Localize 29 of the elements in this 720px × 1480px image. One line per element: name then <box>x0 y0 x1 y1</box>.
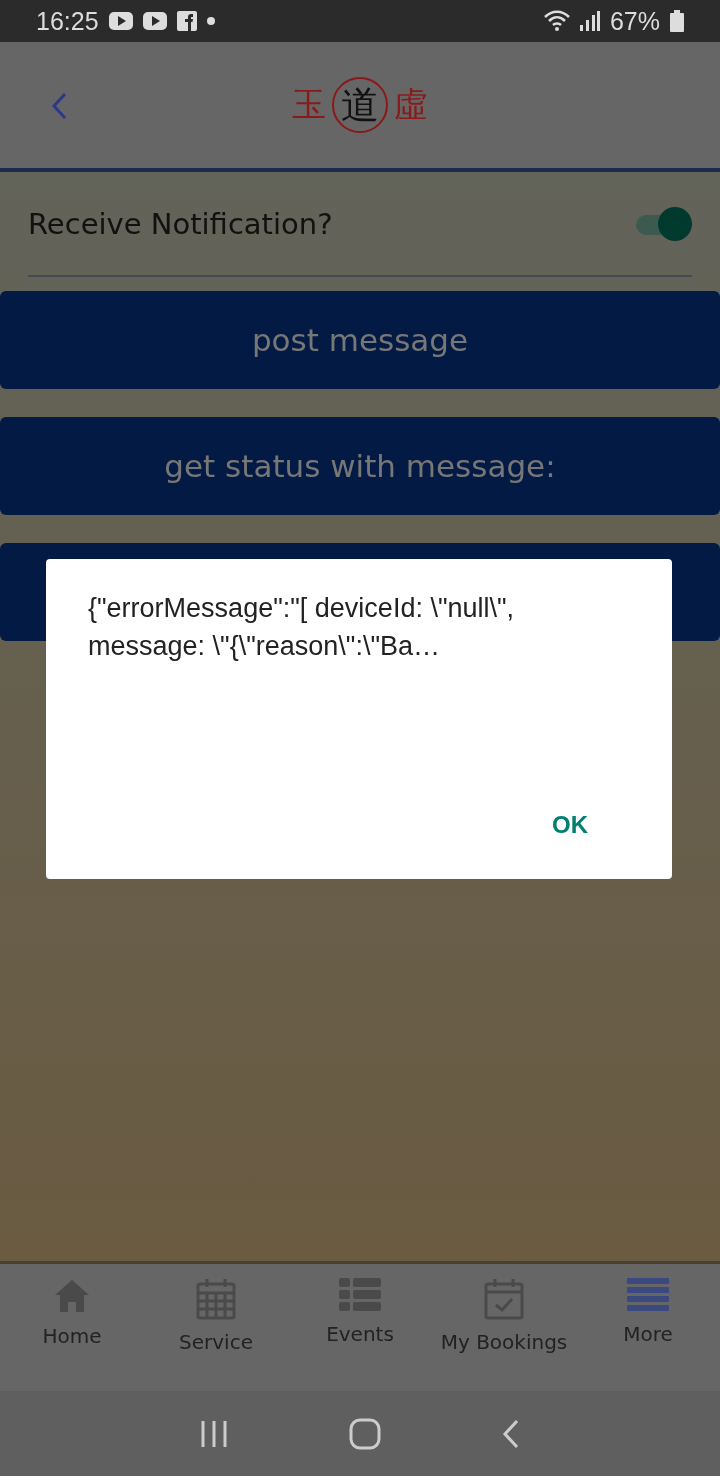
video-app-icon <box>108 12 133 30</box>
recent-apps-icon[interactable] <box>200 1419 229 1448</box>
battery-icon <box>670 10 684 32</box>
nav-tab[interactable]: My Bookings <box>432 1264 576 1391</box>
wifi-icon <box>543 10 570 32</box>
logo: 玉 道 虛 <box>292 77 428 133</box>
nav-tab[interactable]: Events <box>288 1264 432 1391</box>
clock: 16:25 <box>36 6 99 36</box>
notification-label: Receive Notification? <box>28 206 333 241</box>
back-icon[interactable] <box>501 1418 520 1449</box>
nav-tab[interactable]: Service <box>144 1264 288 1391</box>
calendar-icon <box>196 1278 236 1320</box>
social-app-icon <box>176 11 197 31</box>
action-button[interactable]: get status with message: <box>0 417 720 515</box>
nav-tab[interactable]: More <box>576 1264 720 1391</box>
ok-button[interactable]: OK <box>538 807 602 843</box>
signal-icon <box>579 11 600 31</box>
video-app-icon <box>142 12 167 30</box>
home-button-icon[interactable] <box>349 1417 381 1450</box>
action-button[interactable]: post message <box>0 291 720 389</box>
home-icon <box>53 1278 91 1314</box>
list-icon <box>339 1278 381 1312</box>
nav-tab[interactable]: Home <box>0 1264 144 1391</box>
notification-dot-icon <box>206 17 215 25</box>
battery-percentage: 67% <box>609 6 660 36</box>
calendar-check-icon <box>484 1278 524 1320</box>
notification-toggle[interactable] <box>636 206 692 241</box>
menu-icon <box>627 1278 669 1312</box>
error-message: {"errorMessage":"[ deviceId: \"null\", message: \"{\"reason\":\"Ba… <box>88 592 516 663</box>
